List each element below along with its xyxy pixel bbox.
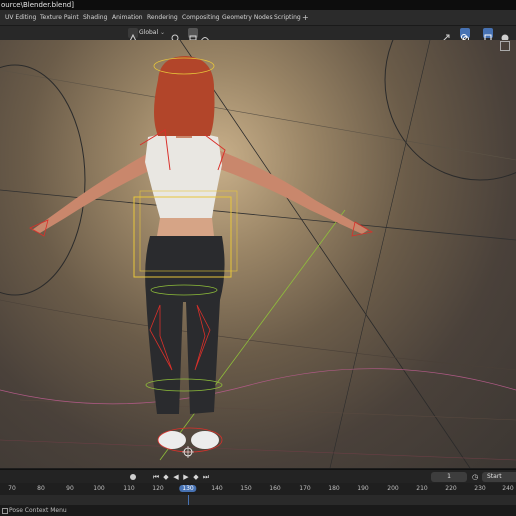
ruler-tick: 70 xyxy=(8,485,16,492)
ruler-tick: 120 xyxy=(152,485,164,492)
status-text: Pose Context Menu xyxy=(9,507,67,514)
tab-rendering[interactable]: Rendering xyxy=(144,12,181,23)
prev-keyframe-icon[interactable]: ◆ xyxy=(162,473,170,481)
play-reverse-icon[interactable]: ◀ xyxy=(172,473,180,481)
jump-end-icon[interactable]: ⏭ xyxy=(202,473,210,481)
ruler-tick: 230 xyxy=(474,485,486,492)
viewport-header: Global ⌄ xyxy=(0,26,516,42)
proportional-editing-icon[interactable] xyxy=(200,28,210,42)
tab-uv-editing[interactable]: UV Editing xyxy=(2,12,39,23)
frame-ruler[interactable]: 70 80 90 100 110 120 130 140 150 160 170… xyxy=(0,483,516,495)
ruler-tick: 90 xyxy=(66,485,74,492)
sidebar-toggle-icon[interactable] xyxy=(500,41,510,51)
pivot-point-icon[interactable] xyxy=(170,28,180,42)
tab-compositing[interactable]: Compositing xyxy=(179,12,223,23)
xray-icon[interactable] xyxy=(483,28,493,42)
current-frame-field[interactable]: 1 xyxy=(431,472,467,482)
play-icon[interactable]: ▶ xyxy=(182,473,190,481)
blender-window: ource\Blender.blend] UV Editing Texture … xyxy=(0,0,516,516)
tab-shading[interactable]: Shading xyxy=(80,12,110,23)
transform-orientation-icon[interactable] xyxy=(128,28,138,42)
ruler-tick: 100 xyxy=(93,485,105,492)
next-keyframe-icon[interactable]: ◆ xyxy=(192,473,200,481)
tab-geometry-nodes[interactable]: Geometry Nodes xyxy=(219,12,276,23)
clock-icon[interactable]: ◷ xyxy=(471,473,479,481)
ruler-tick: 210 xyxy=(416,485,428,492)
record-icon[interactable] xyxy=(130,474,136,480)
ruler-tick: 150 xyxy=(240,485,252,492)
ruler-tick: 80 xyxy=(37,485,45,492)
overlays-icon[interactable] xyxy=(460,28,470,42)
orientation-dropdown[interactable]: Global xyxy=(139,28,158,38)
start-frame-field[interactable]: Start xyxy=(482,472,516,482)
ruler-tick: 220 xyxy=(445,485,457,492)
ruler-tick: 240 xyxy=(502,485,514,492)
mouse-icon xyxy=(2,508,8,514)
gizmo-icon[interactable] xyxy=(441,28,451,42)
ruler-tick: 110 xyxy=(123,485,135,492)
timeline-track[interactable] xyxy=(0,495,516,505)
tab-texture-paint[interactable]: Texture Paint xyxy=(37,12,82,23)
ruler-tick: 180 xyxy=(328,485,340,492)
chevron-down-icon[interactable]: ⌄ xyxy=(160,28,165,38)
window-title: ource\Blender.blend] xyxy=(0,0,516,10)
hidden-tick-130: 130 xyxy=(0,483,1,484)
tab-scripting[interactable]: Scripting xyxy=(271,12,304,23)
ruler-tick: 200 xyxy=(387,485,399,492)
jump-start-icon[interactable]: ⏮ xyxy=(152,473,160,481)
tab-animation[interactable]: Animation xyxy=(109,12,146,23)
scene-render xyxy=(0,40,516,468)
3d-viewport[interactable] xyxy=(0,40,516,468)
workspace-tabs: UV Editing Texture Paint Shading Animati… xyxy=(0,10,516,26)
status-bar: Pose Context Menu xyxy=(0,505,516,516)
ruler-tick: 170 xyxy=(299,485,311,492)
snap-icon[interactable] xyxy=(188,28,198,41)
current-frame-indicator[interactable]: 130 xyxy=(179,485,197,492)
ruler-tick: 140 xyxy=(211,485,223,492)
ruler-tick: 190 xyxy=(357,485,369,492)
add-workspace-button[interactable]: + xyxy=(302,12,309,23)
playback-controls: ⏮ ◆ ◀ ▶ ◆ ⏭ 1 ◷ Start xyxy=(0,469,516,484)
playhead-line xyxy=(188,495,189,505)
viewport-shading-icon[interactable] xyxy=(500,28,510,42)
ruler-tick: 160 xyxy=(269,485,281,492)
